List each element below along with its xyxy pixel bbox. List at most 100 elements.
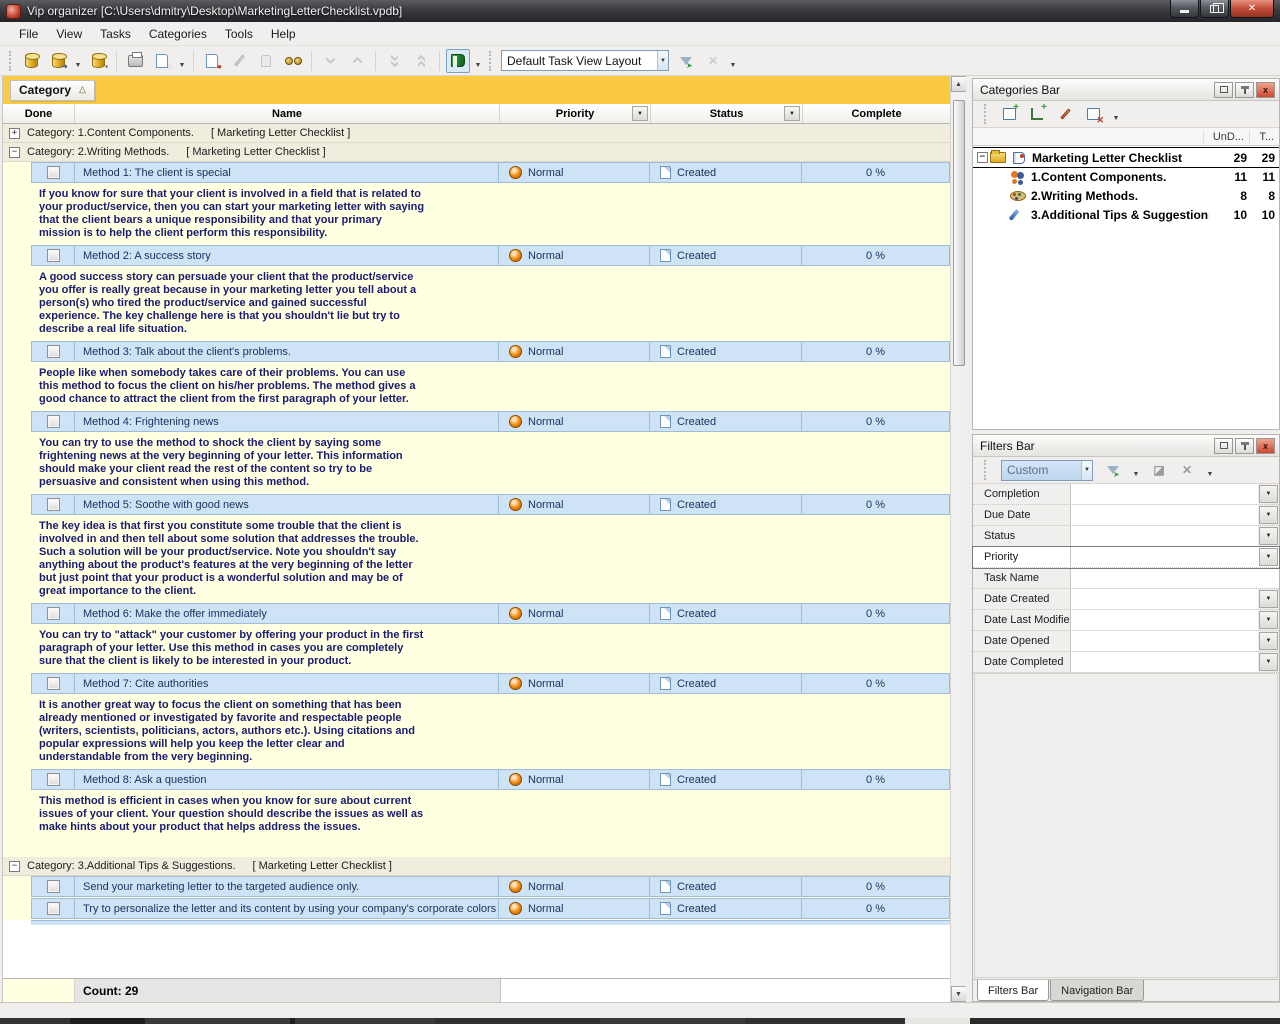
filter-row[interactable]: Date Last Modified ▼ [973, 610, 1279, 631]
menu-item[interactable]: Help [262, 24, 305, 44]
print-preview-button[interactable]: ◌ [150, 49, 174, 73]
filter-dropdown-button[interactable]: ▼ [1259, 590, 1278, 608]
new-category-button[interactable]: + [999, 104, 1019, 124]
filter-dropdown-button[interactable]: ▼ [1259, 527, 1278, 545]
status-cell[interactable]: Created [650, 163, 802, 182]
open-database-button[interactable]: ➜ [46, 49, 70, 73]
filter-dropdown-button[interactable]: ▼ [1259, 611, 1278, 629]
layout-options-caret[interactable]: ▼ [728, 49, 738, 73]
combo-dropdown-icon[interactable]: ▼ [657, 51, 668, 70]
filter-row[interactable]: Date Opened ▼ [973, 631, 1279, 652]
total-column-header[interactable]: T... [1249, 131, 1279, 143]
filter-field-label[interactable]: Date Opened [973, 631, 1071, 651]
edit-category-button[interactable] [1055, 104, 1075, 124]
filter-row[interactable]: Priority ▼ [973, 547, 1279, 568]
menu-item[interactable]: Categories [140, 24, 216, 44]
panel-tab[interactable]: Filters Bar [977, 980, 1049, 1001]
filter-field-label[interactable]: Task Name [973, 568, 1071, 588]
expand-collapse-icon[interactable]: + [9, 128, 20, 139]
filter-field-label[interactable]: Date Completed [973, 652, 1071, 672]
done-checkbox[interactable] [47, 166, 60, 179]
complete-cell[interactable]: 0 % [802, 412, 949, 431]
partially-visible-task-row[interactable] [31, 920, 950, 925]
apply-filter-button[interactable] [1103, 460, 1123, 480]
filter-value-field[interactable] [1071, 526, 1258, 546]
categories-toolbar-caret[interactable]: ▼ [1111, 102, 1121, 126]
column-header-name[interactable]: Name [75, 104, 500, 123]
new-subcategory-button[interactable]: + [1027, 104, 1047, 124]
task-name-cell[interactable]: Method 7: Cite authorities [75, 674, 499, 693]
edit-task-button[interactable] [227, 49, 251, 73]
column-header-status[interactable]: Status▼ [651, 104, 803, 123]
task-row[interactable]: Method 3: Talk about the client's proble… [3, 341, 950, 363]
new-task-button[interactable]: ● [200, 49, 224, 73]
apply-layout-button[interactable] [674, 49, 698, 73]
priority-cell[interactable]: Normal [499, 770, 650, 789]
save-database-button[interactable]: ▪ [86, 49, 110, 73]
task-row[interactable]: Try to personalize the letter and its co… [3, 898, 950, 920]
move-bottom-button[interactable] [382, 49, 406, 73]
panel-restore-button[interactable] [1214, 82, 1233, 98]
find-task-button[interactable] [281, 49, 305, 73]
filter-value-field[interactable] [1071, 631, 1258, 651]
done-checkbox[interactable] [47, 415, 60, 428]
drag-task-button[interactable] [254, 49, 278, 73]
status-cell[interactable]: Created [650, 412, 802, 431]
expand-collapse-icon[interactable]: − [9, 861, 20, 872]
complete-cell[interactable]: 0 % [802, 342, 949, 361]
combo-dropdown-icon[interactable]: ▼ [1081, 461, 1092, 480]
task-name-cell[interactable]: Try to personalize the letter and its co… [75, 899, 499, 918]
done-checkbox[interactable] [47, 677, 60, 690]
status-cell[interactable]: Created [650, 342, 802, 361]
done-checkbox[interactable] [47, 773, 60, 786]
new-database-button[interactable] [19, 49, 43, 73]
filter-value-field[interactable] [1071, 589, 1258, 609]
view-layout-caret[interactable]: ▼ [473, 49, 483, 73]
close-button[interactable]: ✕ [1230, 0, 1274, 18]
column-header-complete[interactable]: Complete [803, 104, 950, 123]
undone-column-header[interactable]: UnD... [1203, 131, 1249, 143]
scroll-up-button[interactable]: ▲ [951, 76, 967, 92]
filter-dropdown-button[interactable]: ▼ [1259, 632, 1278, 650]
done-checkbox[interactable] [47, 880, 60, 893]
panel-close-button[interactable]: x [1256, 82, 1275, 98]
menu-item[interactable]: View [47, 24, 91, 44]
layout-combo[interactable]: Default Task View Layout ▼ [501, 50, 669, 71]
category-group-row[interactable]: + Category: 1.Content Components. [ Mark… [3, 124, 950, 143]
task-row[interactable]: Method 1: The client is special Normal C… [3, 162, 950, 184]
task-row[interactable]: Method 2: A success story Normal Created… [3, 245, 950, 267]
filters-toolbar-caret[interactable]: ▼ [1205, 458, 1215, 482]
column-header-priority[interactable]: Priority▼ [500, 104, 651, 123]
task-row[interactable]: Method 8: Ask a question Normal Created … [3, 769, 950, 791]
move-top-button[interactable] [409, 49, 433, 73]
filter-dropdown-button[interactable]: ▼ [1259, 485, 1278, 503]
priority-cell[interactable]: Normal [499, 674, 650, 693]
complete-cell[interactable]: 0 % [802, 674, 949, 693]
filter-value-field[interactable] [1071, 505, 1258, 525]
task-name-cell[interactable]: Method 3: Talk about the client's proble… [75, 342, 499, 361]
complete-cell[interactable]: 0 % [802, 246, 949, 265]
status-cell[interactable]: Created [650, 604, 802, 623]
task-name-cell[interactable]: Method 2: A success story [75, 246, 499, 265]
clear-layout-button[interactable]: ✕ [701, 49, 725, 73]
menu-item[interactable]: Tasks [91, 24, 140, 44]
filter-field-label[interactable]: Date Last Modified [973, 610, 1071, 630]
status-cell[interactable]: Created [650, 246, 802, 265]
task-name-cell[interactable]: Method 1: The client is special [75, 163, 499, 182]
filter-row[interactable]: Date Completed ▼ [973, 652, 1279, 673]
done-checkbox[interactable] [47, 607, 60, 620]
filter-field-label[interactable]: Completion [973, 484, 1071, 504]
menu-item[interactable]: File [10, 24, 47, 44]
filter-row[interactable]: Task Name [973, 568, 1279, 589]
filter-value-field[interactable] [1071, 568, 1279, 588]
delete-category-button[interactable]: ✕ [1083, 104, 1103, 124]
complete-cell[interactable]: 0 % [802, 770, 949, 789]
task-name-cell[interactable]: Method 8: Ask a question [75, 770, 499, 789]
status-cell[interactable]: Created [650, 495, 802, 514]
minimize-button[interactable] [1170, 0, 1199, 18]
task-row[interactable]: Send your marketing letter to the target… [3, 876, 950, 898]
complete-cell[interactable]: 0 % [802, 495, 949, 514]
group-by-category-chip[interactable]: Category △ [10, 80, 95, 101]
status-cell[interactable]: Created [650, 674, 802, 693]
complete-cell[interactable]: 0 % [802, 899, 949, 918]
